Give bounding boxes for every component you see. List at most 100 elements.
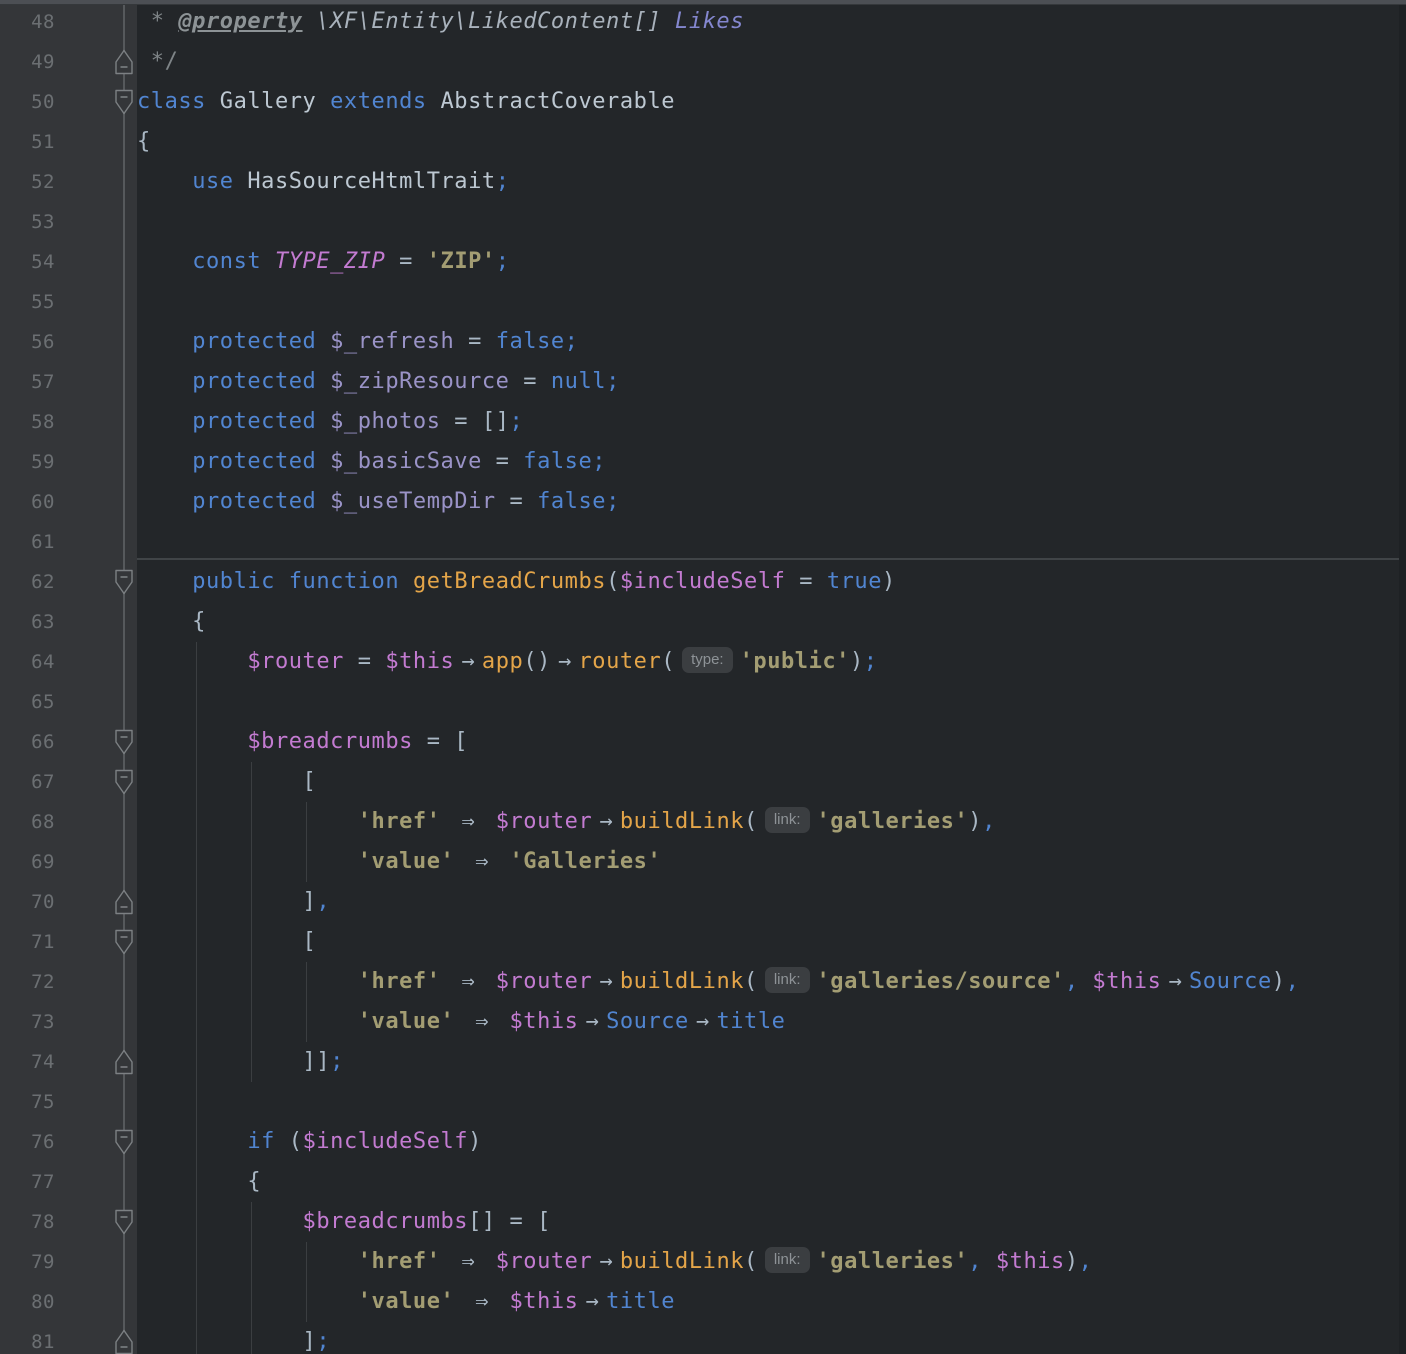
gutter-line-61[interactable]: 61	[0, 522, 137, 562]
gutter-line-66[interactable]: 66	[0, 722, 137, 762]
gutter-line-52[interactable]: 52	[0, 162, 137, 202]
gutter-line-69[interactable]: 69	[0, 842, 137, 882]
fold-down-icon[interactable]	[112, 729, 136, 755]
gutter-line-74[interactable]: 74	[0, 1042, 137, 1082]
code-text[interactable]: $router = $this→app()→router(type:'publi…	[137, 642, 1406, 682]
gutter-line-53[interactable]: 53	[0, 202, 137, 242]
code-line-67: 67 [	[0, 762, 1406, 802]
token-var: $this	[996, 1249, 1065, 1274]
code-text[interactable]: class Gallery extends AbstractCoverable	[137, 82, 1406, 122]
code-text[interactable]	[137, 282, 1406, 322]
token-cmt: *	[137, 9, 178, 34]
gutter-line-78[interactable]: 78	[0, 1202, 137, 1242]
code-text[interactable]: ],	[137, 882, 1406, 922]
fold-up-icon[interactable]	[112, 1329, 136, 1354]
code-line-53: 53	[0, 202, 1406, 242]
fold-down-icon[interactable]	[112, 89, 136, 115]
gutter-line-73[interactable]: 73	[0, 1002, 137, 1042]
code-text[interactable]: {	[137, 122, 1406, 162]
gutter-line-80[interactable]: 80	[0, 1282, 137, 1322]
code-text[interactable]	[137, 1082, 1406, 1122]
gutter-line-63[interactable]: 63	[0, 602, 137, 642]
code-text[interactable]: protected $_basicSave = false;	[137, 442, 1406, 482]
code-line-70: 70 ],	[0, 882, 1406, 922]
gutter-line-49[interactable]: 49	[0, 42, 137, 82]
token-kw: ;	[316, 1329, 330, 1354]
code-line-71: 71 [	[0, 922, 1406, 962]
token-arr: ⇒	[468, 1282, 496, 1322]
code-text[interactable]: $breadcrumbs = [	[137, 722, 1406, 762]
gutter-line-50[interactable]: 50	[0, 82, 137, 122]
code-text[interactable]: protected $_refresh = false;	[137, 322, 1406, 362]
gutter-line-67[interactable]: 67	[0, 762, 137, 802]
fold-down-icon[interactable]	[112, 769, 136, 795]
code-text[interactable]: const TYPE_ZIP = 'ZIP';	[137, 242, 1406, 282]
token-docvar: Likes	[675, 9, 744, 34]
code-text[interactable]: [	[137, 922, 1406, 962]
fold-down-icon[interactable]	[112, 1129, 136, 1155]
code-text[interactable]: [	[137, 762, 1406, 802]
gutter-line-65[interactable]: 65	[0, 682, 137, 722]
code-text[interactable]: if ($includeSelf)	[137, 1122, 1406, 1162]
token-fn: buildLink	[620, 809, 744, 834]
code-text[interactable]: {	[137, 602, 1406, 642]
gutter-line-54[interactable]: 54	[0, 242, 137, 282]
code-text[interactable]: protected $_useTempDir = false;	[137, 482, 1406, 522]
scrollbar-track[interactable]	[1399, 0, 1406, 1354]
gutter-line-62[interactable]: 62	[0, 562, 137, 602]
gutter-line-72[interactable]: 72	[0, 962, 137, 1002]
code-text[interactable]	[137, 202, 1406, 242]
code-text[interactable]: $breadcrumbs[] = [	[137, 1202, 1406, 1242]
fold-up-icon[interactable]	[112, 1049, 136, 1075]
gutter-line-51[interactable]: 51	[0, 122, 137, 162]
gutter-line-76[interactable]: 76	[0, 1122, 137, 1162]
gutter-line-55[interactable]: 55	[0, 282, 137, 322]
line-number: 51	[0, 122, 55, 162]
gutter-line-70[interactable]: 70	[0, 882, 137, 922]
gutter-line-59[interactable]: 59	[0, 442, 137, 482]
gutter-line-64[interactable]: 64	[0, 642, 137, 682]
fold-down-icon[interactable]	[112, 1209, 136, 1235]
gutter-line-68[interactable]: 68	[0, 802, 137, 842]
code-text[interactable]: use HasSourceHtmlTrait;	[137, 162, 1406, 202]
code-text[interactable]	[137, 682, 1406, 722]
gutter-line-57[interactable]: 57	[0, 362, 137, 402]
gutter-line-60[interactable]: 60	[0, 482, 137, 522]
token-kw: false	[537, 489, 606, 514]
gutter-line-48[interactable]: 48	[0, 2, 137, 42]
gutter-line-77[interactable]: 77	[0, 1162, 137, 1202]
fold-up-icon[interactable]	[112, 889, 136, 915]
code-text[interactable]: 'value' ⇒ $this→title	[137, 1282, 1406, 1322]
code-text[interactable]: 'href' ⇒ $router→buildLink(link:'galleri…	[137, 962, 1406, 1002]
token-kw: ,	[1079, 1249, 1093, 1274]
code-text[interactable]: * @property \XF\Entity\LikedContent[] Li…	[137, 2, 1406, 42]
fold-down-icon[interactable]	[112, 569, 136, 595]
fold-up-icon[interactable]	[112, 49, 136, 75]
code-text[interactable]: ]];	[137, 1042, 1406, 1082]
code-text[interactable]: 'value' ⇒ $this→Source→title	[137, 1002, 1406, 1042]
code-text[interactable]: ];	[137, 1322, 1406, 1354]
token-kw: Source	[1189, 969, 1272, 994]
token-arr: →	[551, 642, 579, 682]
code-text[interactable]: public function getBreadCrumbs($includeS…	[137, 562, 1406, 602]
token-kw: ;	[565, 329, 579, 354]
fold-down-icon[interactable]	[112, 929, 136, 955]
token-txt	[137, 1249, 358, 1274]
code-text[interactable]: 'value' ⇒ 'Galleries'	[137, 842, 1406, 882]
code-text[interactable]	[137, 522, 1406, 562]
code-text[interactable]: */	[137, 42, 1406, 82]
line-number: 72	[0, 962, 55, 1002]
gutter-line-75[interactable]: 75	[0, 1082, 137, 1122]
code-text[interactable]: 'href' ⇒ $router→buildLink(link:'galleri…	[137, 802, 1406, 842]
token-kw: ;	[510, 409, 524, 434]
gutter-line-79[interactable]: 79	[0, 1242, 137, 1282]
code-text[interactable]: protected $_photos = [];	[137, 402, 1406, 442]
gutter-line-56[interactable]: 56	[0, 322, 137, 362]
code-text[interactable]: 'href' ⇒ $router→buildLink(link:'galleri…	[137, 1242, 1406, 1282]
gutter-line-71[interactable]: 71	[0, 922, 137, 962]
line-number: 76	[0, 1122, 55, 1162]
code-text[interactable]: {	[137, 1162, 1406, 1202]
gutter-line-81[interactable]: 81	[0, 1322, 137, 1354]
gutter-line-58[interactable]: 58	[0, 402, 137, 442]
code-text[interactable]: protected $_zipResource = null;	[137, 362, 1406, 402]
